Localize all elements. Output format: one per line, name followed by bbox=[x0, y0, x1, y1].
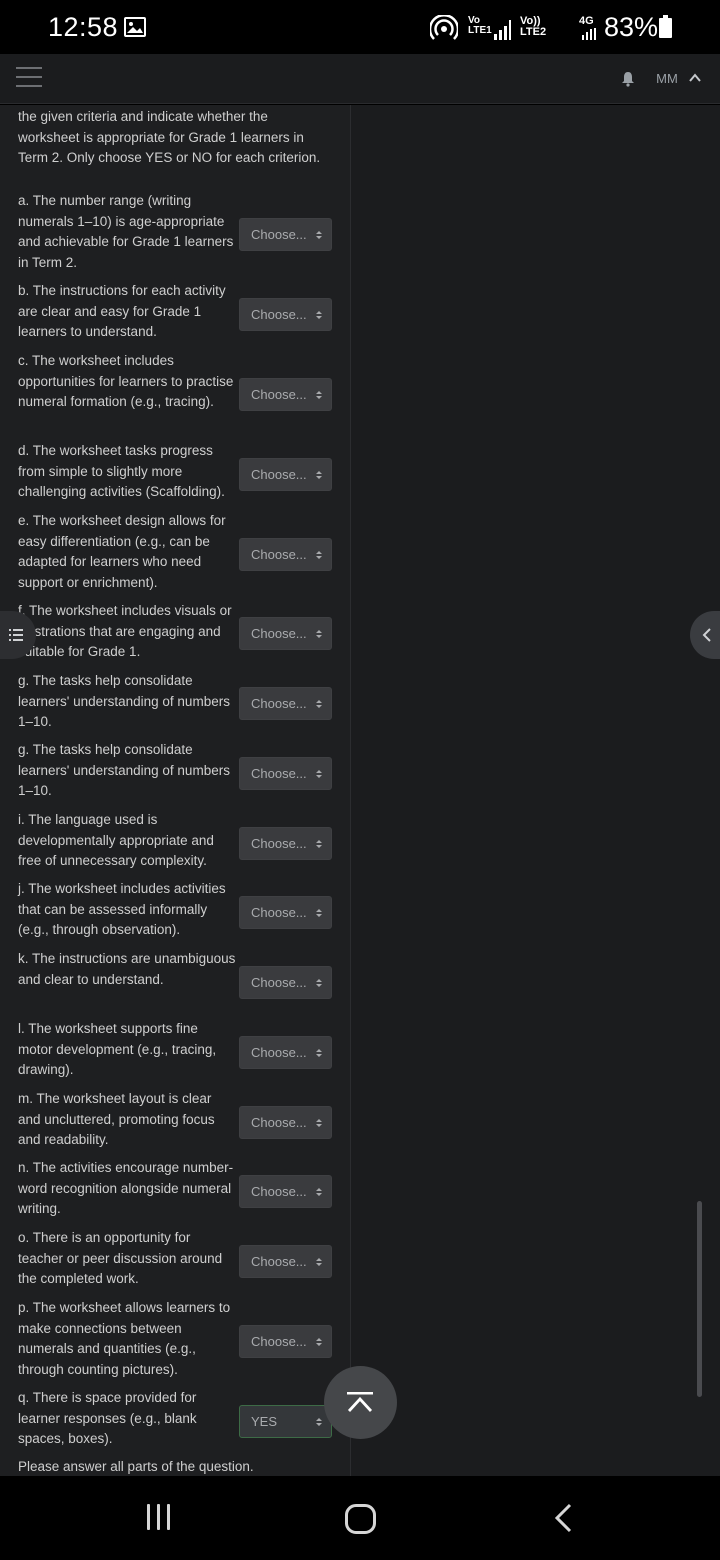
select-arrows-icon bbox=[316, 909, 322, 917]
criterion-select[interactable]: Choose... bbox=[239, 757, 332, 790]
select-arrows-icon bbox=[316, 551, 322, 559]
select-value: Choose... bbox=[251, 975, 307, 990]
back-icon[interactable] bbox=[553, 1503, 573, 1533]
criterion-select[interactable]: Choose... bbox=[239, 617, 332, 650]
criterion-text: m. The worksheet layout is clear and unc… bbox=[18, 1091, 215, 1147]
criterion-select[interactable]: Choose... bbox=[239, 378, 332, 411]
select-value: Choose... bbox=[251, 1334, 307, 1349]
main-content: the given criteria and indicate whether … bbox=[0, 105, 720, 1476]
list-icon bbox=[9, 629, 23, 641]
criterion-text: d. The worksheet tasks progress from sim… bbox=[18, 443, 225, 499]
criterion-select[interactable]: Choose... bbox=[239, 966, 332, 999]
sim1-label: Vo LTE1 bbox=[468, 15, 492, 36]
criterion-select[interactable]: Choose... bbox=[239, 1036, 332, 1069]
select-arrows-icon bbox=[316, 1188, 322, 1196]
select-value: Choose... bbox=[251, 227, 307, 242]
user-avatar[interactable]: MM bbox=[650, 64, 684, 94]
select-arrows-icon bbox=[316, 770, 322, 778]
criterion-text: b. The instructions for each activity ar… bbox=[18, 283, 226, 339]
criterion-select[interactable]: Choose... bbox=[239, 218, 332, 251]
bell-icon[interactable] bbox=[620, 71, 636, 87]
select-value: Choose... bbox=[251, 766, 307, 781]
select-arrows-icon bbox=[316, 311, 322, 319]
select-arrows-icon bbox=[316, 700, 322, 708]
select-value: Choose... bbox=[251, 307, 307, 322]
select-value: Choose... bbox=[251, 1254, 307, 1269]
criterion-text: e. The worksheet design allows for easy … bbox=[18, 513, 226, 590]
criterion-select[interactable]: Choose... bbox=[239, 1325, 332, 1358]
question-intro: the given criteria and indicate whether … bbox=[18, 109, 321, 165]
criterion-text: j. The worksheet includes activities tha… bbox=[18, 881, 226, 937]
answer-all-note: Please answer all parts of the question. bbox=[18, 1459, 254, 1474]
select-value: Choose... bbox=[251, 547, 307, 562]
arrow-up-icon bbox=[347, 1392, 373, 1412]
battery-percent: 83% bbox=[604, 12, 659, 42]
chevron-up-icon[interactable] bbox=[688, 71, 702, 85]
criterion-select[interactable]: Choose... bbox=[239, 896, 332, 929]
select-arrows-icon bbox=[316, 471, 322, 479]
criterion-select[interactable]: Choose... bbox=[239, 1106, 332, 1139]
select-arrows-icon bbox=[316, 231, 322, 239]
system-nav-bar bbox=[0, 1476, 720, 1560]
status-bar: 12:58 Vo LTE1 Vo)) LTE2 4G 83% bbox=[0, 0, 720, 54]
criterion-select[interactable]: Choose... bbox=[239, 458, 332, 491]
criterion-select[interactable]: Choose... bbox=[239, 298, 332, 331]
criterion-text: f. The worksheet includes visuals or ill… bbox=[18, 603, 232, 659]
select-arrows-icon bbox=[316, 1338, 322, 1346]
select-arrows-icon bbox=[316, 1258, 322, 1266]
recent-apps-icon[interactable] bbox=[146, 1504, 174, 1530]
select-value: Choose... bbox=[251, 696, 307, 711]
scrollbar[interactable] bbox=[697, 1201, 702, 1397]
select-arrows-icon bbox=[316, 630, 322, 638]
criterion-text: l. The worksheet supports fine motor dev… bbox=[18, 1021, 217, 1077]
select-value: YES bbox=[251, 1414, 278, 1429]
criterion-text: c. The worksheet includes opportunities … bbox=[18, 353, 234, 409]
select-arrows-icon bbox=[316, 391, 322, 399]
select-arrows-icon bbox=[316, 1049, 322, 1057]
criterion-select[interactable]: Choose... bbox=[239, 1175, 332, 1208]
criterion-select[interactable]: Choose... bbox=[239, 538, 332, 571]
status-time: 12:58 bbox=[48, 12, 119, 42]
criterion-select[interactable]: Choose... bbox=[239, 1245, 332, 1278]
criterion-text: p. The worksheet allows learners to make… bbox=[18, 1300, 231, 1377]
criterion-text: i. The language used is developmentally … bbox=[18, 812, 214, 868]
criterion-text: q. There is space provided for learner r… bbox=[18, 1390, 197, 1446]
question-panel: the given criteria and indicate whether … bbox=[0, 105, 351, 1476]
select-value: Choose... bbox=[251, 836, 307, 851]
select-value: Choose... bbox=[251, 1115, 307, 1130]
app-bar: MM bbox=[0, 54, 720, 104]
hotspot-icon bbox=[430, 15, 458, 40]
select-value: Choose... bbox=[251, 467, 307, 482]
signal-icon bbox=[494, 20, 511, 40]
battery-icon bbox=[659, 15, 672, 38]
chevron-left-icon bbox=[702, 628, 711, 642]
criterion-text: g. The tasks help consolidate learners' … bbox=[18, 742, 230, 798]
criterion-select[interactable]: Choose... bbox=[239, 687, 332, 720]
hamburger-icon[interactable] bbox=[16, 67, 42, 89]
network-type: 4G bbox=[579, 15, 594, 27]
sim2-label: Vo)) LTE2 bbox=[520, 15, 547, 38]
criterion-text: n. The activities encourage number-word … bbox=[18, 1160, 234, 1216]
select-arrows-icon bbox=[316, 1119, 322, 1127]
select-value: Choose... bbox=[251, 1045, 307, 1060]
select-value: Choose... bbox=[251, 387, 307, 402]
criterion-text: g. The tasks help consolidate learners' … bbox=[18, 673, 230, 729]
select-value: Choose... bbox=[251, 626, 307, 641]
drawer-toggle-button[interactable] bbox=[690, 611, 720, 659]
criterion-text: a. The number range (writing numerals 1–… bbox=[18, 193, 234, 270]
select-arrows-icon bbox=[316, 979, 322, 987]
select-value: Choose... bbox=[251, 905, 307, 920]
select-arrows-icon bbox=[316, 840, 322, 848]
criterion-select[interactable]: YES bbox=[239, 1405, 332, 1438]
home-icon[interactable] bbox=[345, 1504, 376, 1534]
criterion-text: k. The instructions are unambiguous and … bbox=[18, 951, 236, 987]
signal-icon-2 bbox=[582, 28, 596, 40]
criterion-text: o. There is an opportunity for teacher o… bbox=[18, 1230, 223, 1286]
select-arrows-icon bbox=[316, 1418, 322, 1426]
back-to-top-button[interactable] bbox=[324, 1366, 397, 1439]
gallery-icon bbox=[124, 17, 146, 37]
criterion-select[interactable]: Choose... bbox=[239, 827, 332, 860]
select-value: Choose... bbox=[251, 1184, 307, 1199]
